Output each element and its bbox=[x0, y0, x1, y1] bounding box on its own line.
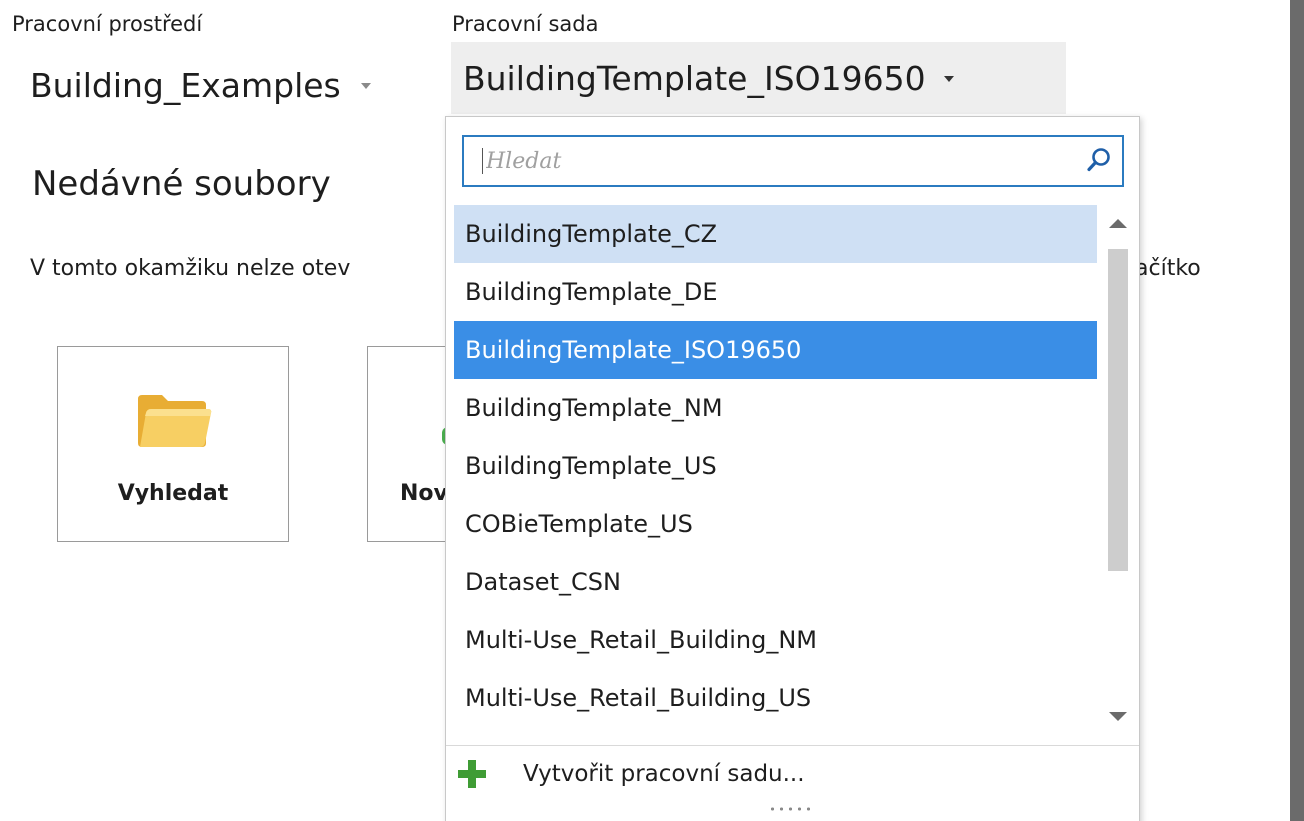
workspace-dropdown[interactable]: Building_Examples bbox=[30, 56, 371, 114]
scroll-down-icon[interactable] bbox=[1109, 712, 1127, 721]
workset-dropdown-popup: BuildingTemplate_CZBuildingTemplate_DEBu… bbox=[445, 116, 1140, 821]
window-border bbox=[1290, 0, 1304, 821]
workset-list-item[interactable]: BuildingTemplate_US bbox=[454, 437, 1097, 495]
folder-icon bbox=[138, 395, 212, 447]
workset-list-item[interactable]: Multi-Use_Retail_Building_NM bbox=[454, 611, 1097, 669]
workspace-label: Pracovní prostředí bbox=[12, 12, 203, 36]
workset-list-item[interactable]: BuildingTemplate_CZ bbox=[454, 205, 1097, 263]
browse-tile-label: Vyhledat bbox=[117, 481, 229, 506]
workspace-start-page: Pracovní prostředí Pracovní sada Buildin… bbox=[0, 0, 1304, 821]
list-scrollbar[interactable] bbox=[1103, 205, 1133, 735]
caret-down-icon bbox=[360, 83, 371, 89]
workspace-value: Building_Examples bbox=[30, 65, 341, 105]
workset-list-item[interactable]: BuildingTemplate_ISO19650 bbox=[454, 321, 1097, 379]
plus-icon bbox=[458, 760, 486, 788]
dropdown-divider bbox=[446, 745, 1139, 746]
recent-files-heading: Nedávné soubory bbox=[32, 164, 331, 204]
create-workset-button[interactable]: Vytvořit pracovní sadu... bbox=[454, 751, 1094, 797]
create-workset-label: Vytvořit pracovní sadu... bbox=[523, 761, 805, 787]
workset-list-item[interactable]: Multi-Use_Retail_Building_US bbox=[454, 669, 1097, 727]
info-text-left: V tomto okamžiku nelze otev bbox=[30, 256, 351, 281]
search-icon[interactable] bbox=[1086, 147, 1112, 173]
search-box[interactable] bbox=[462, 135, 1124, 187]
resize-grip-icon[interactable] bbox=[768, 807, 812, 811]
workset-dropdown[interactable]: BuildingTemplate_ISO19650 bbox=[451, 42, 1066, 114]
workset-list-item[interactable]: BuildingTemplate_DE bbox=[454, 263, 1097, 321]
search-input[interactable] bbox=[486, 137, 1076, 185]
browse-tile[interactable]: Vyhledat bbox=[57, 346, 289, 542]
scroll-thumb[interactable] bbox=[1108, 249, 1128, 571]
text-cursor bbox=[482, 148, 483, 174]
caret-down-icon bbox=[943, 76, 954, 82]
workset-label: Pracovní sada bbox=[452, 12, 599, 36]
workset-list: BuildingTemplate_CZ BuildingTemplate_DE Bu… bbox=[454, 205, 1097, 735]
workset-list-item[interactable]: COBieTemplate_US bbox=[454, 495, 1097, 553]
workset-value: BuildingTemplate_ISO19650 bbox=[463, 58, 926, 98]
workset-list-item[interactable]: Dataset_CSN bbox=[454, 553, 1097, 611]
scroll-up-icon[interactable] bbox=[1109, 219, 1127, 228]
workset-list-item[interactable]: BuildingTemplate_NM bbox=[454, 379, 1097, 437]
